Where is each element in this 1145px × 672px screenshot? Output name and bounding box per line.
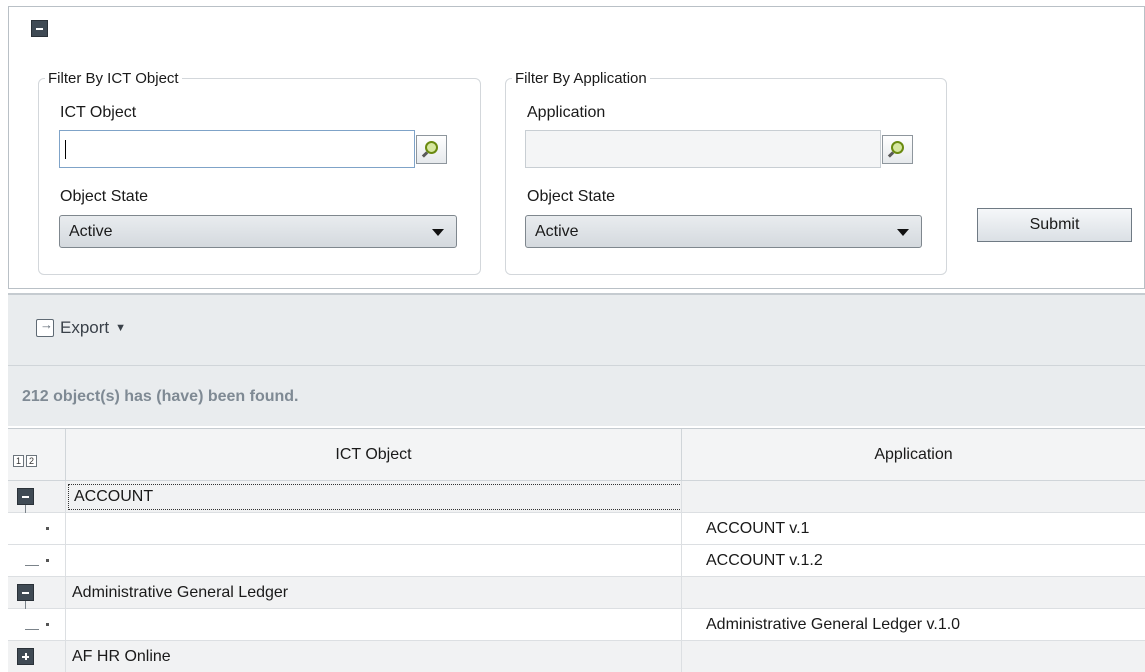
ict-object-cell bbox=[65, 545, 681, 576]
chevron-down-icon bbox=[897, 229, 909, 236]
table-row[interactable]: ACCOUNT bbox=[8, 481, 1145, 513]
ict-object-lookup-button[interactable] bbox=[416, 135, 447, 164]
application-state-label: Object State bbox=[527, 188, 616, 205]
collapse-row-icon[interactable] bbox=[17, 488, 34, 505]
application-input[interactable] bbox=[525, 130, 881, 168]
ict-object-cell bbox=[65, 609, 681, 640]
application-label: Application bbox=[527, 104, 606, 121]
ict-object-cell: AF HR Online bbox=[65, 641, 681, 672]
application-cell: ACCOUNT v.1.2 bbox=[681, 545, 1145, 576]
outline-level-2-button[interactable]: 2 bbox=[26, 455, 37, 467]
application-cell bbox=[681, 577, 1145, 608]
submit-button[interactable]: Submit bbox=[977, 208, 1132, 242]
filter-ict-legend: Filter By ICT Object bbox=[48, 70, 179, 87]
ict-object-cell-text: ACCOUNT bbox=[74, 488, 154, 505]
application-cell: Administrative General Ledger v.1.0 bbox=[681, 609, 1145, 640]
results-toolbar: Export ▼ 212 object(s) has (have) been f… bbox=[8, 293, 1145, 426]
application-cell bbox=[681, 641, 1145, 672]
column-header-ict-object[interactable]: ICT Object bbox=[65, 429, 681, 481]
ict-object-state-select[interactable]: Active bbox=[59, 215, 457, 248]
table-row[interactable]: Administrative General Ledger bbox=[8, 577, 1145, 609]
export-icon bbox=[36, 317, 54, 337]
column-header-application[interactable]: Application bbox=[681, 429, 1145, 481]
export-label: Export bbox=[60, 318, 110, 337]
application-cell: ACCOUNT v.1 bbox=[681, 513, 1145, 544]
result-count-message: 212 object(s) has (have) been found. bbox=[22, 388, 299, 405]
filter-app-legend: Filter By Application bbox=[515, 70, 647, 87]
application-state-select[interactable]: Active bbox=[525, 215, 922, 248]
results-grid: 1 2 ICT Object Application ACCOUNT ACCOU… bbox=[8, 428, 1145, 672]
ict-object-cell: Administrative General Ledger bbox=[65, 577, 681, 608]
chevron-down-icon bbox=[432, 229, 444, 236]
filter-panel: Filter By ICT Object ICT Object Object S… bbox=[8, 6, 1145, 289]
ict-object-cell bbox=[65, 513, 681, 544]
table-row[interactable]: ACCOUNT v.1 bbox=[8, 513, 1145, 545]
ict-object-state-label: Object State bbox=[60, 188, 149, 205]
divider bbox=[8, 365, 1145, 366]
collapse-row-icon[interactable] bbox=[17, 584, 34, 601]
ict-object-input[interactable] bbox=[59, 130, 415, 168]
table-row[interactable]: Administrative General Ledger v.1.0 bbox=[8, 609, 1145, 641]
collapse-panel-icon[interactable] bbox=[31, 20, 48, 37]
application-cell bbox=[681, 481, 1145, 512]
expand-row-icon[interactable] bbox=[17, 648, 34, 665]
grid-header-row: 1 2 ICT Object Application bbox=[8, 429, 1145, 481]
ict-object-label: ICT Object bbox=[60, 104, 137, 121]
table-row[interactable]: AF HR Online bbox=[8, 641, 1145, 672]
text-caret bbox=[65, 140, 66, 159]
export-button[interactable]: Export ▼ bbox=[36, 315, 126, 341]
outline-level-1-button[interactable]: 1 bbox=[13, 455, 24, 467]
table-row[interactable]: ACCOUNT v.1.2 bbox=[8, 545, 1145, 577]
application-lookup-button[interactable] bbox=[882, 135, 913, 164]
chevron-down-icon: ▼ bbox=[115, 322, 127, 334]
